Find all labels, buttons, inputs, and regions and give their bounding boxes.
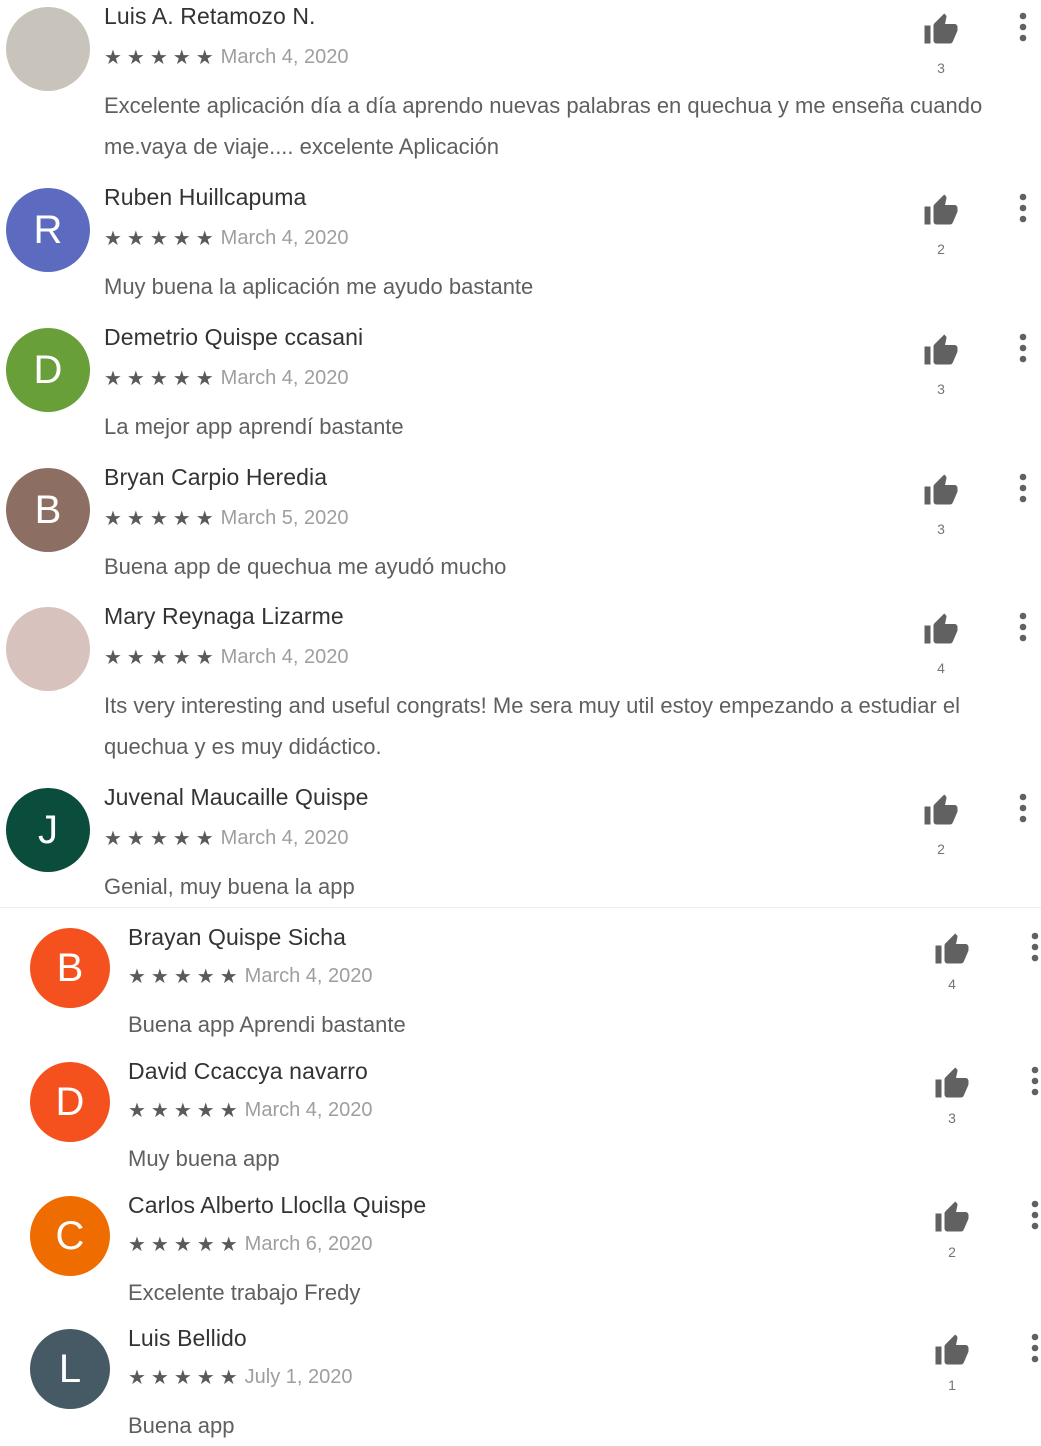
- review-date: March 4, 2020: [220, 46, 349, 68]
- review-date: March 5, 2020: [220, 507, 349, 529]
- avatar[interactable]: D: [6, 328, 90, 412]
- thumbs-up-icon[interactable]: [919, 791, 963, 831]
- review-item: J Juvenal Maucaille Quispe ★★★★★ March 4…: [6, 781, 1041, 941]
- reviewer-name: Juvenal Maucaille Quispe: [104, 784, 369, 810]
- like-count: 4: [948, 976, 956, 992]
- like-count: 2: [937, 841, 945, 857]
- review-text: Excelente trabajo Fredy: [128, 1280, 361, 1305]
- more-options-icon[interactable]: [1011, 191, 1035, 225]
- review-item: B Bryan Carpio Heredia ★★★★★ March 5, 20…: [6, 461, 1041, 621]
- review-item: Mary Reynaga Lizarme ★★★★★ March 4, 2020…: [6, 600, 1041, 760]
- review-item: Luis A. Retamozo N. ★★★★★ March 4, 2020 …: [6, 0, 1041, 160]
- review-date: March 4, 2020: [220, 827, 349, 849]
- avatar[interactable]: R: [6, 188, 90, 272]
- avatar[interactable]: J: [6, 788, 90, 872]
- avatar[interactable]: B: [6, 468, 90, 552]
- like-count: 3: [948, 1110, 956, 1126]
- star-rating: ★★★★★: [128, 1100, 243, 1122]
- star-rating: ★★★★★: [104, 647, 219, 669]
- thumbs-up-icon[interactable]: [930, 1064, 974, 1104]
- like-count: 1: [948, 1377, 956, 1393]
- star-rating: ★★★★★: [104, 368, 219, 390]
- star-rating: ★★★★★: [128, 1367, 243, 1389]
- review-date: March 4, 2020: [220, 367, 349, 389]
- like-count: 3: [937, 381, 945, 397]
- star-rating: ★★★★★: [104, 228, 219, 250]
- review-meta: ★★★★★ March 4, 2020: [104, 645, 349, 670]
- more-options-icon[interactable]: [1023, 1064, 1041, 1098]
- reviewer-name: David Ccaccya navarro: [128, 1058, 368, 1084]
- review-text: Buena app de quechua me ayudó mucho: [104, 554, 507, 579]
- more-options-icon[interactable]: [1011, 791, 1035, 825]
- thumbs-up-icon[interactable]: [930, 1331, 974, 1371]
- review-date: March 6, 2020: [244, 1233, 373, 1255]
- review-meta: ★★★★★ March 4, 2020: [104, 826, 349, 851]
- more-options-icon[interactable]: [1023, 1198, 1041, 1232]
- thumbs-up-icon[interactable]: [919, 10, 963, 50]
- review-date: March 4, 2020: [244, 965, 373, 987]
- thumbs-up-icon[interactable]: [919, 471, 963, 511]
- thumbs-up-icon[interactable]: [930, 930, 974, 970]
- review-text: Genial, muy buena la app: [104, 874, 355, 899]
- reviewer-name: Mary Reynaga Lizarme: [104, 603, 344, 629]
- review-item: L Luis Bellido ★★★★★ July 1, 2020 Buena …: [30, 1321, 1041, 1439]
- review-text: La mejor app aprendí bastante: [104, 414, 404, 439]
- section-divider: [0, 907, 1041, 908]
- review-text: Muy buena la aplicación me ayudo bastant…: [104, 274, 534, 299]
- review-text: Excelente aplicación día a día aprendo n…: [104, 93, 983, 159]
- review-meta: ★★★★★ March 6, 2020: [128, 1232, 373, 1257]
- like-count: 3: [937, 60, 945, 76]
- review-meta: ★★★★★ March 4, 2020: [128, 1098, 373, 1123]
- avatar[interactable]: [6, 607, 90, 691]
- review-date: March 4, 2020: [220, 227, 349, 249]
- more-options-icon[interactable]: [1011, 610, 1035, 644]
- review-date: July 1, 2020: [244, 1366, 353, 1388]
- review-date: March 4, 2020: [244, 1099, 373, 1121]
- review-text: Its very interesting and useful congrats…: [104, 693, 960, 759]
- star-rating: ★★★★★: [104, 828, 219, 850]
- reviewer-name: Ruben Huillcapuma: [104, 184, 307, 210]
- review-text: Buena app Aprendi bastante: [128, 1012, 406, 1037]
- avatar[interactable]: D: [30, 1062, 110, 1142]
- review-meta: ★★★★★ March 5, 2020: [104, 506, 349, 531]
- avatar[interactable]: L: [30, 1329, 110, 1409]
- review-text: Buena app: [128, 1413, 235, 1438]
- reviewer-name: Luis A. Retamozo N.: [104, 3, 316, 29]
- star-rating: ★★★★★: [104, 47, 219, 69]
- star-rating: ★★★★★: [128, 966, 243, 988]
- review-item: D Demetrio Quispe ccasani ★★★★★ March 4,…: [6, 321, 1041, 481]
- reviewer-name: Bryan Carpio Heredia: [104, 464, 328, 490]
- thumbs-up-icon[interactable]: [919, 191, 963, 231]
- like-count: 2: [937, 241, 945, 257]
- more-options-icon[interactable]: [1011, 10, 1035, 44]
- review-meta: ★★★★★ March 4, 2020: [104, 226, 349, 251]
- more-options-icon[interactable]: [1023, 1331, 1041, 1365]
- reviewer-name: Brayan Quispe Sicha: [128, 924, 346, 950]
- reviewer-name: Demetrio Quispe ccasani: [104, 324, 364, 350]
- review-meta: ★★★★★ July 1, 2020: [128, 1365, 353, 1390]
- review-item: R Ruben Huillcapuma ★★★★★ March 4, 2020 …: [6, 181, 1041, 341]
- thumbs-up-icon[interactable]: [919, 610, 963, 650]
- reviewer-name: Carlos Alberto Lloclla Quispe: [128, 1192, 427, 1218]
- avatar[interactable]: [6, 7, 90, 91]
- more-options-icon[interactable]: [1011, 331, 1035, 365]
- review-meta: ★★★★★ March 4, 2020: [104, 366, 349, 391]
- like-count: 3: [937, 521, 945, 537]
- review-meta: ★★★★★ March 4, 2020: [104, 45, 349, 70]
- star-rating: ★★★★★: [104, 508, 219, 530]
- more-options-icon[interactable]: [1023, 930, 1041, 964]
- star-rating: ★★★★★: [128, 1234, 243, 1256]
- review-meta: ★★★★★ March 4, 2020: [128, 964, 373, 989]
- more-options-icon[interactable]: [1011, 471, 1035, 505]
- like-count: 4: [937, 660, 945, 676]
- like-count: 2: [948, 1244, 956, 1260]
- review-date: March 4, 2020: [220, 646, 349, 668]
- review-text: Muy buena app: [128, 1146, 280, 1171]
- avatar[interactable]: B: [30, 928, 110, 1008]
- reviewer-name: Luis Bellido: [128, 1325, 247, 1351]
- thumbs-up-icon[interactable]: [919, 331, 963, 371]
- thumbs-up-icon[interactable]: [930, 1198, 974, 1238]
- avatar[interactable]: C: [30, 1196, 110, 1276]
